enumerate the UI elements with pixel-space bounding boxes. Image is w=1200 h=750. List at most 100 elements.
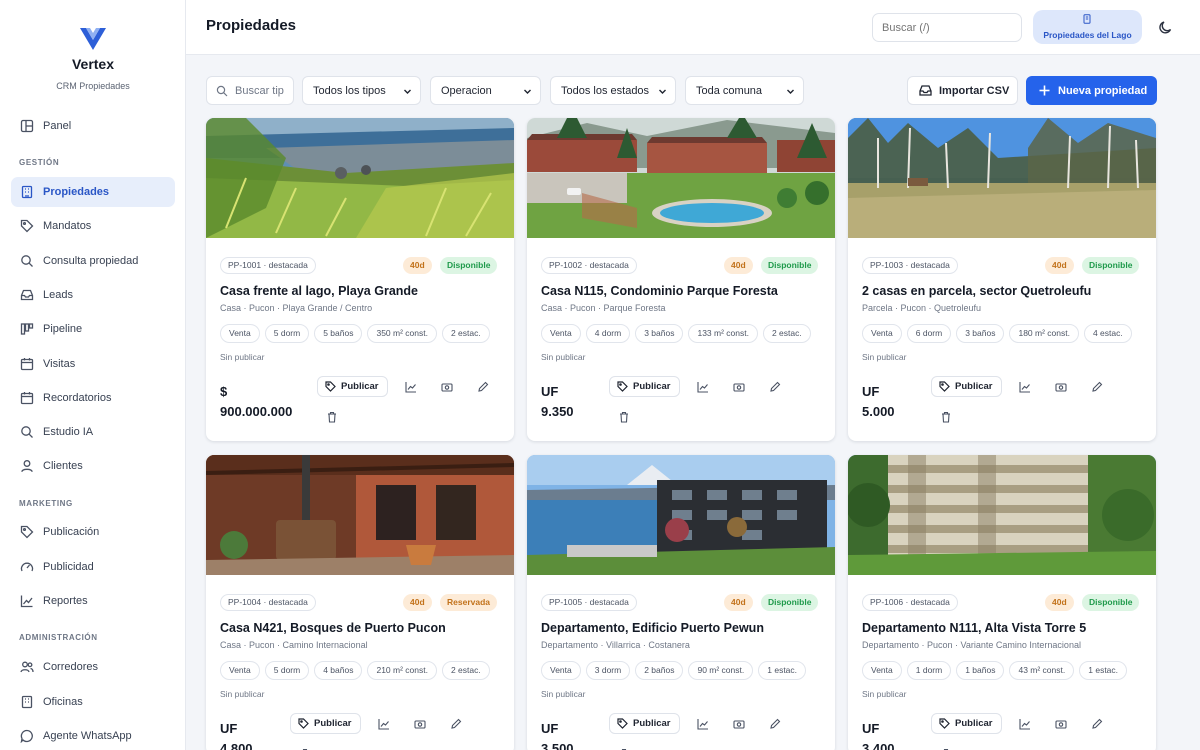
property-title[interactable]: Departamento N111, Alta Vista Torre 5: [862, 621, 1147, 635]
edit-button[interactable]: [450, 717, 462, 729]
sidebar-item-clientes[interactable]: Clientes: [11, 451, 175, 481]
view-button[interactable]: [733, 717, 745, 729]
sidebar-item-reportes[interactable]: Reportes: [11, 586, 175, 616]
edit-button[interactable]: [769, 380, 781, 392]
property-card[interactable]: PP-1003 · destacada 40d Disponible 2 cas…: [848, 118, 1156, 441]
sidebar-item-publicacion[interactable]: Publicación: [11, 517, 175, 547]
sidebar-item-oficinas[interactable]: Oficinas: [11, 687, 175, 717]
sidebar-item-consulta-propiedad[interactable]: Consulta propiedad: [11, 246, 175, 276]
sidebar-item-panel[interactable]: Panel: [11, 111, 175, 141]
property-title[interactable]: Casa N421, Bosques de Puerto Pucon: [220, 621, 505, 635]
sidebar-item-recordatorios[interactable]: Recordatorios: [11, 383, 175, 413]
days-badge: 40d: [1045, 594, 1074, 611]
view-button[interactable]: [733, 380, 745, 392]
property-card[interactable]: PP-1006 · destacada 40d Disponible Depar…: [848, 455, 1156, 750]
stats-button[interactable]: [697, 380, 709, 393]
type-select-value: Todos los tipos: [313, 84, 386, 97]
stats-button[interactable]: [378, 717, 390, 730]
sidebar-item-leads[interactable]: Leads: [11, 280, 175, 310]
stats-button[interactable]: [405, 380, 417, 393]
feature-chip: 2 estac.: [441, 324, 490, 343]
feature-chip: 43 m² const.: [1009, 661, 1075, 680]
feature-chips: Venta 4 dorm 3 baños 133 m² const. 2 est…: [541, 324, 811, 343]
view-button[interactable]: [1055, 717, 1067, 729]
sidebar-item-estudio-ia[interactable]: Estudio IA: [11, 417, 175, 447]
sidebar-item-label: Mandatos: [43, 220, 92, 232]
sidebar-item-mandatos[interactable]: Mandatos: [11, 211, 175, 241]
publish-button[interactable]: Publicar: [609, 713, 680, 734]
property-card[interactable]: PP-1004 · destacada 40d Reservada Casa N…: [206, 455, 514, 750]
view-button[interactable]: [414, 717, 426, 729]
pencil-icon: [770, 718, 781, 729]
property-location: Casa · Pucon · Parque Foresta: [541, 303, 666, 313]
chart-icon: [1019, 719, 1030, 730]
property-title[interactable]: 2 casas en parcela, sector Quetroleufu: [862, 284, 1147, 298]
delete-button[interactable]: [326, 410, 338, 423]
pencil-icon: [1092, 381, 1103, 392]
delete-button[interactable]: [940, 410, 952, 423]
publish-button[interactable]: Publicar: [931, 376, 1002, 397]
sidebar-item-publicidad[interactable]: Publicidad: [11, 552, 175, 582]
sidebar-item-visitas[interactable]: Visitas: [11, 349, 175, 379]
sidebar-item-agente-whatsapp[interactable]: Agente WhatsApp: [11, 721, 175, 750]
sidebar-item-pipeline[interactable]: Pipeline: [11, 314, 175, 344]
property-photo[interactable]: [848, 455, 1156, 575]
view-button[interactable]: [1055, 380, 1067, 392]
property-photo[interactable]: [206, 118, 514, 238]
property-title[interactable]: Departamento, Edificio Puerto Pewun: [541, 621, 826, 635]
price-value: 4.800: [220, 741, 253, 750]
sidebar-item-corredores[interactable]: Corredores: [11, 652, 175, 682]
property-photo[interactable]: [848, 118, 1156, 238]
camera-icon: [441, 383, 453, 392]
commune-select[interactable]: Toda comuna: [685, 76, 804, 105]
status-select[interactable]: Todos los estados: [550, 76, 676, 105]
publish-button[interactable]: Publicar: [609, 376, 680, 397]
property-photo[interactable]: [206, 455, 514, 575]
feature-chip: 2 baños: [635, 661, 684, 680]
stats-button[interactable]: [1019, 717, 1031, 730]
feature-chips: Venta 3 dorm 2 baños 90 m² const. 1 esta…: [541, 661, 807, 680]
property-card[interactable]: PP-1005 · destacada 40d Disponible Depar…: [527, 455, 835, 750]
sidebar: Vertex CRM Propiedades Panel GESTIÓN Pro…: [0, 0, 186, 750]
import-csv-button[interactable]: Importar CSV: [907, 76, 1018, 105]
stats-button[interactable]: [697, 717, 709, 730]
price-value: 900.000.000: [220, 404, 293, 419]
operation-select[interactable]: Operacion: [430, 76, 541, 105]
delete-button[interactable]: [618, 410, 630, 423]
stats-button[interactable]: [1019, 380, 1031, 393]
global-search-input[interactable]: [872, 13, 1022, 42]
chat-icon: [20, 729, 34, 743]
property-card[interactable]: PP-1001 · destacada 40d Disponible Casa …: [206, 118, 514, 441]
users-icon: [20, 660, 34, 674]
property-card[interactable]: PP-1002 · destacada 40d Disponible Casa …: [527, 118, 835, 441]
property-title[interactable]: Casa N115, Condominio Parque Foresta: [541, 284, 826, 298]
feature-chip: 6 dorm: [906, 324, 952, 343]
feature-chip: 133 m² const.: [688, 324, 758, 343]
property-price: UF 9.350: [541, 382, 574, 422]
sidebar-item-propiedades[interactable]: Propiedades: [11, 177, 175, 207]
moon-icon[interactable]: [1158, 20, 1173, 35]
publish-button[interactable]: Publicar: [931, 713, 1002, 734]
feature-chips: Venta 5 dorm 4 baños 210 m² const. 2 est…: [220, 661, 490, 680]
property-title[interactable]: Casa frente al lago, Playa Grande: [220, 284, 505, 298]
publish-label: Publicar: [633, 381, 671, 392]
publish-button[interactable]: Publicar: [290, 713, 361, 734]
edit-button[interactable]: [477, 380, 489, 392]
property-search-input[interactable]: Buscar tip: [206, 76, 294, 105]
plus-icon: [1039, 85, 1050, 96]
edit-button[interactable]: [1091, 717, 1103, 729]
edit-button[interactable]: [769, 717, 781, 729]
property-photo[interactable]: [527, 118, 835, 238]
publish-button[interactable]: Publicar: [317, 376, 388, 397]
chart-icon: [697, 382, 708, 393]
feature-chip: 5 baños: [314, 324, 363, 343]
sidebar-item-label: Estudio IA: [43, 426, 94, 438]
view-button[interactable]: [441, 380, 453, 392]
new-property-button[interactable]: Nueva propiedad: [1026, 76, 1157, 105]
building-icon: [20, 185, 34, 199]
property-photo[interactable]: [527, 455, 835, 575]
office-selector[interactable]: Propiedades del Lago: [1033, 10, 1142, 44]
search-icon: [216, 85, 228, 97]
type-select[interactable]: Todos los tipos: [302, 76, 421, 105]
edit-button[interactable]: [1091, 380, 1103, 392]
